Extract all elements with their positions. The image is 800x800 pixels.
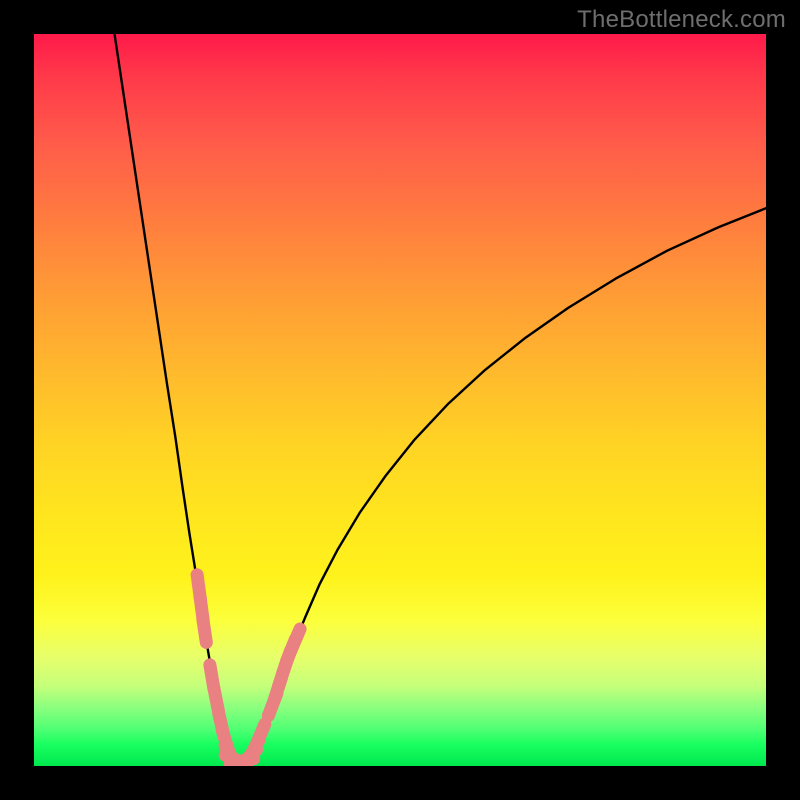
watermark-text: TheBottleneck.com <box>577 6 786 34</box>
marker-layer <box>197 575 300 766</box>
highlight-marker <box>291 629 300 651</box>
chart-frame: TheBottleneck.com <box>0 0 800 800</box>
curve-layer <box>115 34 766 761</box>
highlight-marker <box>256 724 265 746</box>
bottleneck-curve <box>115 34 766 761</box>
plot-area <box>34 34 766 766</box>
highlight-marker <box>203 619 207 643</box>
chart-svg <box>34 34 766 766</box>
